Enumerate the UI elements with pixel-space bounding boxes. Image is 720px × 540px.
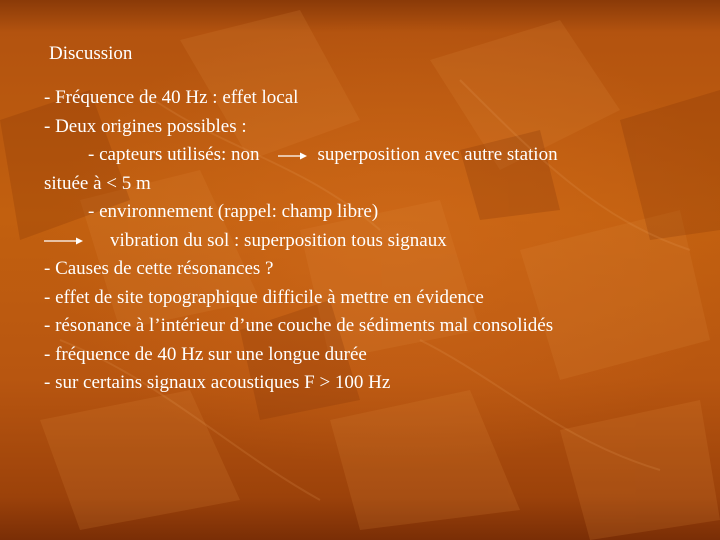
bullet-line: - Deux origines possibles : bbox=[44, 115, 247, 137]
bullet-line: - Fréquence de 40 Hz : effet local bbox=[44, 87, 299, 108]
slide-body: - Fréquence de 40 Hz : effet local - Deu… bbox=[44, 84, 558, 398]
bullet-line: - effet de site topographique difficile … bbox=[44, 286, 484, 308]
slide: Discussion - Fréquence de 40 Hz : effet … bbox=[0, 0, 720, 540]
bullet-line: - fréquence de 40 Hz sur une longue duré… bbox=[44, 343, 367, 365]
arrow-line: vibration du sol : superposition tous si… bbox=[44, 227, 558, 256]
right-arrow-icon bbox=[277, 152, 307, 160]
right-arrow-icon bbox=[44, 237, 83, 245]
continuation-line: située à < 5 m bbox=[44, 172, 151, 194]
sub-bullet-line: - environnement (rappel: champ libre) bbox=[88, 201, 379, 222]
bullet-line: - résonance à l’intérieur d’une couche d… bbox=[44, 315, 554, 336]
sub-bullet-line: - capteurs utilisés: non superposition av… bbox=[44, 141, 558, 170]
bullet-line: - sur certains signaux acoustiques F > 1… bbox=[44, 372, 391, 393]
sub-bullet-text: - capteurs utilisés: non bbox=[88, 144, 260, 165]
bullet-line: - Causes de cette résonances ? bbox=[44, 258, 274, 279]
sub-bullet-text: superposition avec autre station bbox=[317, 144, 558, 165]
arrow-line-text: vibration du sol : superposition tous si… bbox=[110, 229, 447, 251]
slide-title: Discussion bbox=[49, 43, 133, 64]
